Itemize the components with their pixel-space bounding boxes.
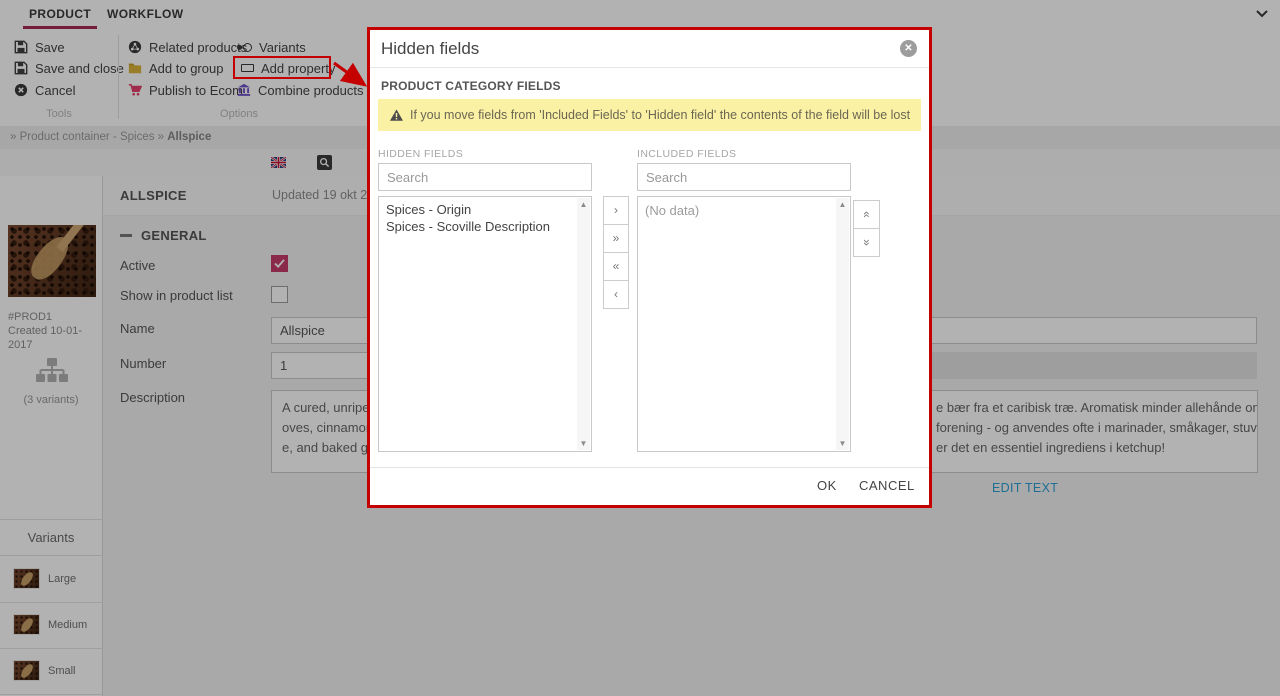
- list-item[interactable]: Spices - Origin: [386, 202, 577, 218]
- scroll-up-icon[interactable]: ▲: [839, 198, 847, 211]
- included-fields-list[interactable]: (No data) ▲▼: [637, 196, 851, 452]
- move-down-button[interactable]: »: [853, 228, 880, 257]
- scrollbar[interactable]: ▲▼: [836, 198, 849, 450]
- annotation-highlight-box: [233, 56, 331, 79]
- warning-triangle-icon: [390, 109, 403, 121]
- ok-button[interactable]: OK: [817, 478, 837, 493]
- move-right-button[interactable]: ›: [603, 196, 629, 225]
- annotation-arrow: [331, 58, 375, 94]
- cancel-modal-button[interactable]: CANCEL: [859, 478, 915, 493]
- warning-banner: If you move fields from 'Included Fields…: [378, 99, 921, 131]
- hidden-fields-label: HIDDEN FIELDS: [378, 148, 463, 160]
- list-item[interactable]: Spices - Scoville Description: [386, 219, 577, 235]
- included-fields-label: INCLUDED FIELDS: [637, 148, 736, 160]
- scroll-down-icon[interactable]: ▼: [580, 437, 588, 450]
- scroll-down-icon[interactable]: ▼: [839, 437, 847, 450]
- modal-footer-divider: [370, 467, 929, 468]
- hidden-fields-list[interactable]: Spices - Origin Spices - Scoville Descri…: [378, 196, 592, 452]
- no-data-placeholder: (No data): [638, 197, 850, 218]
- move-left-button[interactable]: ‹: [603, 280, 629, 309]
- scrollbar[interactable]: ▲▼: [577, 198, 590, 450]
- scroll-up-icon[interactable]: ▲: [580, 198, 588, 211]
- app-window: PRODUCT WORKFLOW Save Save and close Can…: [0, 0, 1280, 696]
- modal-title: Hidden fields: [381, 30, 479, 67]
- move-all-right-button[interactable]: »: [603, 224, 629, 253]
- modal-title-divider: [370, 67, 929, 68]
- included-fields-search-input[interactable]: [637, 163, 851, 191]
- hidden-fields-modal: Hidden fields ✕ PRODUCT CATEGORY FIELDS …: [367, 27, 932, 508]
- move-up-button[interactable]: «: [853, 200, 880, 229]
- modal-section-title: PRODUCT CATEGORY FIELDS: [381, 79, 561, 93]
- hidden-fields-search-input[interactable]: [378, 163, 592, 191]
- move-all-left-button[interactable]: «: [603, 252, 629, 281]
- close-icon[interactable]: ✕: [900, 40, 917, 57]
